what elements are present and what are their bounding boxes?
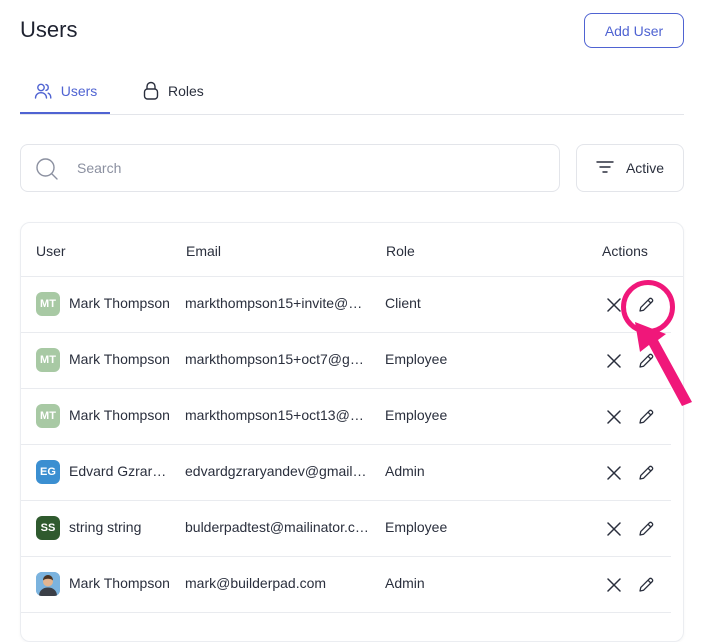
filter-icon [596, 159, 614, 178]
user-email: markthompson15+invite@gmail.com [185, 295, 370, 311]
edit-icon[interactable] [635, 518, 657, 540]
user-email: edvardgzraryandev@gmail.com [185, 463, 370, 479]
table-row: MT Mark Thompson markthompson15+oct7@gma… [21, 332, 671, 389]
filter-button[interactable]: Active [576, 144, 684, 192]
delete-icon[interactable] [603, 294, 625, 316]
delete-icon[interactable] [603, 574, 625, 596]
table-row: Mark Thompson mark@builderpad.com Admin [21, 556, 671, 613]
add-user-button[interactable]: Add User [584, 13, 684, 48]
delete-icon[interactable] [603, 350, 625, 372]
avatar: MT [36, 292, 60, 316]
table-row: MT Mark Thompson markthompson15+invite@g… [21, 276, 671, 333]
tab-roles[interactable]: Roles [142, 70, 204, 112]
user-email: markthompson15+oct7@gmail.com [185, 351, 370, 367]
user-email: markthompson15+oct13@gmail.com [185, 407, 370, 423]
delete-icon[interactable] [603, 406, 625, 428]
edit-icon[interactable] [635, 462, 657, 484]
avatar-photo [36, 572, 60, 596]
user-role: Client [385, 295, 421, 311]
avatar: EG [36, 460, 60, 484]
users-icon [33, 81, 53, 101]
search-input[interactable] [77, 155, 537, 181]
edit-icon[interactable] [635, 406, 657, 428]
table-header: User Email Role Actions [21, 223, 683, 277]
column-header-role: Role [386, 243, 415, 259]
table-row: EG Edvard Gzraryandev edvardgzraryandev@… [21, 444, 671, 501]
filter-label: Active [625, 160, 665, 176]
user-email: mark@builderpad.com [185, 575, 327, 591]
column-header-user: User [36, 243, 66, 259]
avatar: MT [36, 348, 60, 372]
column-header-email: Email [186, 243, 222, 259]
delete-icon[interactable] [603, 462, 625, 484]
user-role: Admin [385, 575, 425, 591]
search-icon [35, 157, 59, 186]
page-title: Users [20, 17, 78, 42]
avatar: MT [36, 404, 60, 428]
search-box [20, 144, 560, 192]
user-email: bulderpadtest@mailinator.com [185, 519, 370, 535]
table-row: MT Mark Thompson markthompson15+oct13@gm… [21, 388, 671, 445]
user-name: string string [69, 519, 142, 535]
column-header-actions: Actions [602, 243, 648, 259]
tab-roles-label: Roles [168, 83, 204, 99]
edit-icon[interactable] [635, 350, 657, 372]
user-role: Employee [385, 407, 448, 423]
delete-icon[interactable] [603, 518, 625, 540]
user-name: Mark Thompson [69, 575, 170, 591]
user-name: Mark Thompson [69, 295, 170, 311]
avatar: SS [36, 516, 60, 540]
user-role: Employee [385, 519, 448, 535]
user-role: Admin [385, 463, 425, 479]
edit-icon[interactable] [635, 294, 657, 316]
lock-icon [142, 81, 160, 101]
tab-users[interactable]: Users [20, 70, 110, 114]
users-table: User Email Role Actions MT Mark Thompson… [20, 222, 684, 642]
tab-users-label: Users [60, 83, 98, 99]
user-role: Employee [385, 351, 448, 367]
user-name: Mark Thompson [69, 407, 170, 423]
user-name: Mark Thompson [69, 351, 170, 367]
tab-bar: Users Roles [20, 70, 684, 115]
table-row: SS string string bulderpadtest@mailinato… [21, 500, 671, 557]
edit-icon[interactable] [635, 574, 657, 596]
user-name: Edvard Gzraryandev [69, 463, 173, 479]
